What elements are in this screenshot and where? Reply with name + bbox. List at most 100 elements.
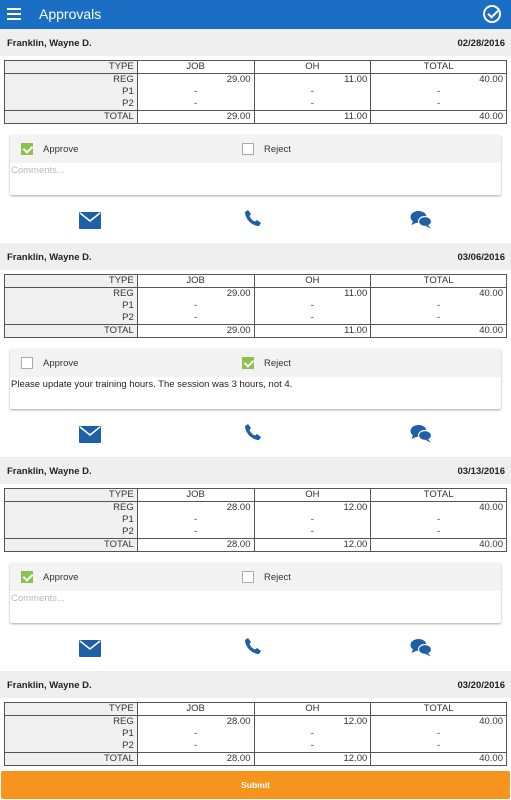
table-row-total: TOTAL 29.00 11.00 40.00 (4, 110, 507, 124)
cell-totals-job: 28.00 (136, 538, 255, 552)
reject-checkbox[interactable] (242, 143, 254, 155)
decision-panel: Approve Reject Comments... (10, 135, 501, 195)
mail-icon[interactable] (79, 640, 101, 657)
col-oh: OH (253, 488, 372, 502)
mail-icon[interactable] (79, 212, 101, 229)
cell-p1-job: - (136, 86, 255, 98)
row-label-p2: P2 (4, 740, 138, 753)
row-label-total: TOTAL (4, 752, 138, 766)
row-label-reg: REG (4, 501, 138, 514)
row-label-reg: REG (4, 715, 138, 728)
cell-reg-oh: 12.00 (253, 715, 372, 728)
contact-actions (0, 623, 511, 671)
cell-reg-job: 28.00 (136, 501, 255, 514)
table-row-total: TOTAL 29.00 11.00 40.00 (4, 324, 507, 338)
cell-reg-job: 28.00 (136, 715, 255, 728)
mail-icon[interactable] (79, 426, 101, 443)
row-label-p1: P1 (4, 300, 138, 312)
cell-p1-job: - (136, 728, 255, 740)
employee-name: Franklin, Wayne D. (7, 466, 92, 477)
chat-icon[interactable] (410, 210, 433, 229)
approve-label[interactable]: Approve (43, 572, 78, 583)
cell-totals-job: 29.00 (136, 110, 255, 124)
contact-actions (0, 195, 511, 243)
reject-checkbox[interactable] (242, 571, 254, 583)
cell-p1-total: - (370, 514, 507, 526)
cell-reg-total: 40.00 (370, 287, 507, 300)
row-label-p2: P2 (4, 526, 138, 539)
table-row-p2: P2- - - (4, 740, 507, 753)
chat-icon[interactable] (410, 424, 433, 443)
employee-name: Franklin, Wayne D. (7, 38, 92, 49)
approve-checkbox[interactable] (21, 357, 33, 369)
approve-checkbox[interactable] (21, 143, 33, 155)
cell-p1-oh: - (253, 300, 372, 312)
cell-p1-total: - (370, 86, 507, 98)
cell-p1-oh: - (253, 728, 372, 740)
table-header-row: TYPE JOB OH TOTAL (4, 488, 507, 502)
week-date: 03/20/2016 (457, 680, 505, 691)
hamburger-icon[interactable] (7, 8, 21, 20)
approve-label[interactable]: Approve (43, 144, 78, 155)
table-row-p1: P1- - - (4, 514, 507, 526)
col-type: TYPE (4, 488, 138, 502)
chat-icon[interactable] (410, 638, 433, 657)
cell-reg-job: 29.00 (136, 287, 255, 300)
table-row-p1: P1- - - (4, 300, 507, 312)
table-header-row: TYPE JOB OH TOTAL (4, 60, 507, 74)
phone-icon[interactable] (244, 209, 262, 227)
cell-p2-job: - (136, 740, 255, 753)
hours-table: TYPE JOB OH TOTAL REG 28.00 12.00 40.00 P1-… (4, 702, 507, 766)
decision-panel: Approve Reject Please update your traini… (10, 349, 501, 409)
reject-label[interactable]: Reject (264, 144, 291, 155)
cell-reg-total: 40.00 (370, 715, 507, 728)
row-label-p1: P1 (4, 86, 138, 98)
col-type: TYPE (4, 60, 138, 74)
table-header-row: TYPE JOB OH TOTAL (4, 274, 507, 288)
row-label-total: TOTAL (4, 324, 138, 338)
cell-totals-oh: 11.00 (253, 110, 372, 124)
check-circle-icon[interactable] (483, 5, 501, 23)
employee-name: Franklin, Wayne D. (7, 680, 92, 691)
reject-label[interactable]: Reject (264, 358, 291, 369)
cell-totals-total: 40.00 (370, 752, 507, 766)
cell-p2-job: - (136, 98, 255, 111)
col-total: TOTAL (370, 60, 507, 74)
submit-label: Submit (241, 780, 270, 790)
card-header: Franklin, Wayne D. 03/20/2016 (0, 671, 511, 698)
card-header: Franklin, Wayne D. 03/13/2016 (0, 457, 511, 484)
table-row-p2: P2- - - (4, 98, 507, 111)
col-job: JOB (136, 274, 255, 288)
cell-p2-total: - (370, 526, 507, 539)
cell-totals-oh: 12.00 (253, 538, 372, 552)
submit-button[interactable]: Submit (1, 771, 510, 799)
row-label-p2: P2 (4, 312, 138, 325)
cell-p2-job: - (136, 526, 255, 539)
cell-p2-total: - (370, 312, 507, 325)
comments-field[interactable]: Comments... (10, 163, 501, 195)
table-row-reg: REG 29.00 11.00 40.00 (4, 73, 507, 86)
comments-field[interactable]: Please update your training hours. The s… (10, 377, 501, 409)
cell-reg-oh: 12.00 (253, 501, 372, 514)
hours-table: TYPE JOB OH TOTAL REG 29.00 11.00 40.00 P1-… (4, 60, 507, 124)
approve-label[interactable]: Approve (43, 358, 78, 369)
table-row-reg: REG 29.00 11.00 40.00 (4, 287, 507, 300)
phone-icon[interactable] (244, 637, 262, 655)
table-row-reg: REG 28.00 12.00 40.00 (4, 715, 507, 728)
cell-totals-job: 29.00 (136, 324, 255, 338)
app-title: Approvals (39, 6, 102, 22)
phone-icon[interactable] (244, 423, 262, 441)
reject-checkbox[interactable] (242, 357, 254, 369)
cell-p1-oh: - (253, 514, 372, 526)
cell-p1-total: - (370, 300, 507, 312)
reject-label[interactable]: Reject (264, 572, 291, 583)
approve-checkbox[interactable] (21, 571, 33, 583)
col-job: JOB (136, 702, 255, 716)
approval-list[interactable]: Franklin, Wayne D. 02/28/2016 TYPE JOB O… (0, 29, 511, 771)
col-oh: OH (253, 60, 372, 74)
approval-card: Franklin, Wayne D. 02/28/2016 TYPE JOB O… (0, 29, 511, 243)
col-total: TOTAL (370, 488, 507, 502)
cell-p2-oh: - (253, 312, 372, 325)
card-header: Franklin, Wayne D. 03/06/2016 (0, 243, 511, 270)
comments-field[interactable]: Comments... (10, 591, 501, 623)
